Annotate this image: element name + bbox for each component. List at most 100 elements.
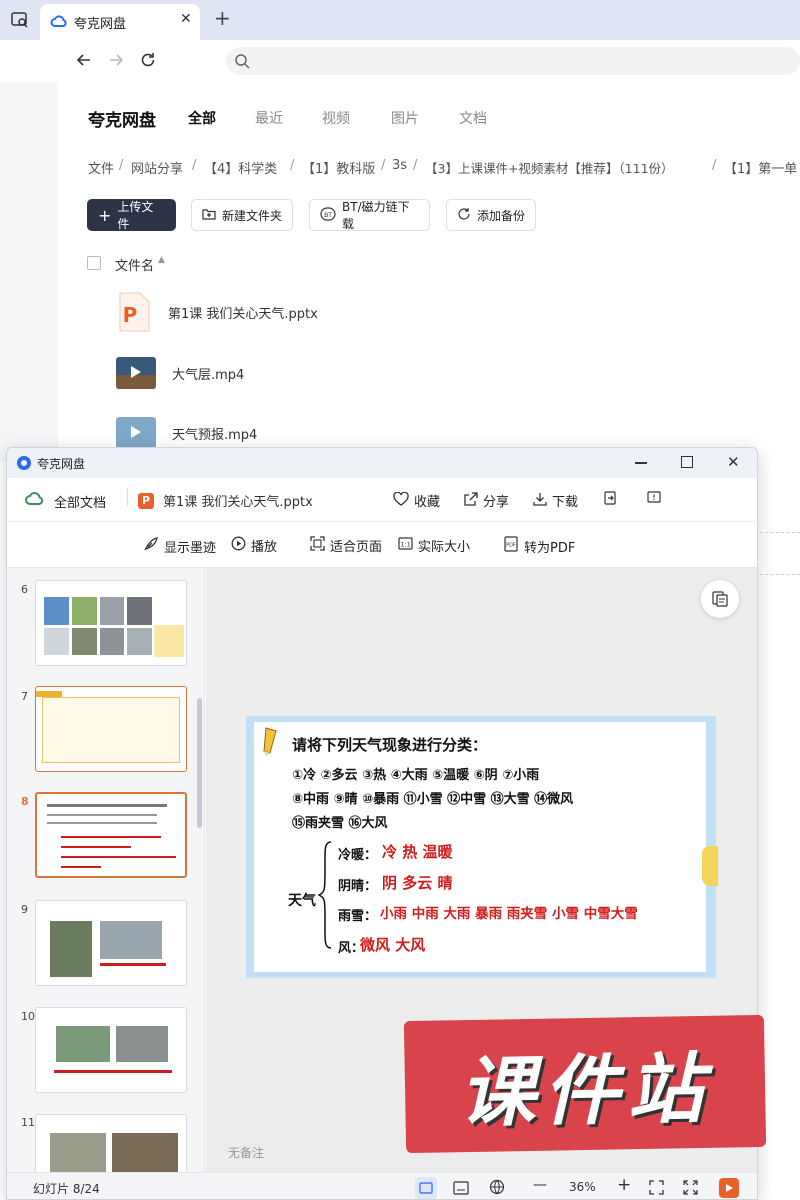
- fullscreen-icon[interactable]: [683, 1180, 698, 1199]
- upload-button[interactable]: + 上传文件: [87, 199, 176, 231]
- pencil-icon: [260, 726, 282, 756]
- breadcrumb-sep: /: [381, 158, 386, 173]
- search-icon: [234, 53, 250, 69]
- breadcrumb-item[interactable]: 3s: [392, 158, 407, 173]
- brace-icon: [317, 840, 332, 950]
- download-button[interactable]: 下载: [533, 491, 578, 510]
- select-all-checkbox[interactable]: [87, 256, 101, 270]
- thumbnail-number: 9: [21, 903, 28, 916]
- slide-page: 请将下列天气现象进行分类： ①冷 ②多云 ③热 ④大雨 ⑤温暖 ⑥阴 ⑦小雨 ⑧…: [254, 722, 706, 972]
- slide-thumbnail[interactable]: [35, 580, 187, 666]
- svg-text:BT: BT: [324, 212, 332, 219]
- slide-thumbnail[interactable]: [35, 1114, 187, 1174]
- viewer-header: [7, 478, 757, 522]
- breadcrumb-item[interactable]: 文件: [88, 158, 114, 177]
- slide-thumbnail[interactable]: [35, 900, 187, 986]
- group-answer: 冷 热 温暖: [382, 843, 453, 861]
- thumbnail-number: 10: [21, 1010, 35, 1023]
- convert-pdf-button[interactable]: PDF 转为PDF: [503, 536, 575, 556]
- cloud-logo-icon: [25, 491, 45, 511]
- address-bar[interactable]: [226, 47, 800, 75]
- no-notes-label: 无备注: [228, 1146, 265, 1160]
- add-backup-button[interactable]: 添加备份: [446, 199, 536, 231]
- group-answer: 微风 大风: [360, 936, 426, 954]
- plus-icon: +: [98, 205, 112, 225]
- forward-icon[interactable]: [106, 50, 126, 70]
- tab-image[interactable]: 图片: [391, 108, 419, 128]
- new-folder-button[interactable]: 新建文件夹: [191, 199, 293, 231]
- minimize-icon[interactable]: [635, 462, 647, 464]
- breadcrumb-item[interactable]: 【1】第一单: [724, 158, 797, 177]
- page-guide-line: [760, 574, 800, 575]
- fit-window-icon[interactable]: [649, 1180, 664, 1199]
- ocr-scan-icon[interactable]: [701, 580, 739, 618]
- viewer-title-bar: 夸克网盘 ✕: [7, 448, 757, 478]
- globe-icon[interactable]: [489, 1179, 505, 1199]
- all-documents-link[interactable]: 全部文档: [25, 491, 106, 511]
- tab-overview-icon[interactable]: [10, 10, 30, 30]
- slide-content: 请将下列天气现象进行分类： ①冷 ②多云 ③热 ④大雨 ⑤温暖 ⑥阴 ⑦小雨 ⑧…: [246, 716, 718, 978]
- group-answer: 阴 多云 晴: [382, 874, 453, 892]
- video-thumbnail-icon: [116, 357, 156, 389]
- file-row[interactable]: 大气层.mp4: [116, 353, 596, 393]
- tab-title: 夸克网盘: [74, 17, 127, 32]
- slideshow-play-icon[interactable]: [719, 1178, 739, 1198]
- back-icon[interactable]: [74, 50, 94, 70]
- breadcrumb-item[interactable]: 【1】教科版: [302, 158, 375, 177]
- cloud-logo-icon: [50, 13, 68, 31]
- tab-recent[interactable]: 最近: [255, 108, 283, 128]
- fit-page-button[interactable]: 适合页面: [310, 536, 382, 555]
- sort-icon[interactable]: ▲: [158, 255, 165, 265]
- watermark-text: 课件站: [458, 1043, 712, 1138]
- show-ink-button[interactable]: 显示墨迹: [143, 536, 216, 556]
- svg-text:PDF: PDF: [506, 543, 516, 549]
- open-external-icon[interactable]: [603, 491, 617, 505]
- file-row[interactable]: P 第1课 我们关心天气.pptx: [116, 292, 596, 332]
- reload-icon[interactable]: [138, 50, 158, 70]
- new-tab-icon[interactable]: +: [214, 6, 231, 30]
- file-name: 天气预报.mp4: [172, 427, 258, 443]
- feather-icon: [143, 536, 159, 556]
- actual-size-button[interactable]: 1:1 实际大小: [398, 536, 470, 555]
- watermark-stamp: 课件站: [403, 1014, 767, 1154]
- sync-icon: [457, 207, 471, 224]
- slide-thumbnail[interactable]: [35, 1007, 187, 1093]
- page-left-rail: [0, 82, 58, 462]
- actual-size-icon: 1:1: [398, 536, 413, 555]
- header-divider: [127, 488, 128, 506]
- group-label: 雨雪：: [338, 909, 378, 924]
- breadcrumb-sep: /: [413, 158, 418, 173]
- page-guide-line: [760, 532, 800, 533]
- normal-view-icon[interactable]: [415, 1177, 437, 1199]
- tab-all[interactable]: 全部: [188, 108, 216, 128]
- heart-icon: [393, 491, 409, 510]
- breadcrumb-item[interactable]: 【3】上课课件+视频素材【推荐】（111份）: [425, 158, 674, 177]
- bt-download-button[interactable]: BT BT/磁力链下载: [309, 199, 430, 231]
- zoom-out-button[interactable]: —: [533, 1177, 547, 1193]
- notes-view-icon[interactable]: [453, 1180, 469, 1199]
- tab-document[interactable]: 文档: [459, 108, 487, 128]
- thumbnail-number: 7: [21, 690, 28, 703]
- breadcrumb-item[interactable]: 网站分享: [131, 158, 183, 177]
- tab-video[interactable]: 视频: [322, 108, 350, 128]
- viewer-status-bar: 幻灯片 8/24 — 36% +: [7, 1172, 757, 1199]
- slide-heading: 请将下列天气现象进行分类：: [292, 736, 488, 754]
- svg-text:P: P: [123, 303, 138, 327]
- column-header-filename[interactable]: 文件名: [115, 255, 154, 274]
- favorite-button[interactable]: 收藏: [393, 491, 440, 510]
- close-tab-icon[interactable]: ✕: [180, 11, 192, 27]
- slide-thumbnail[interactable]: [35, 686, 187, 772]
- slide-thumbnail-selected[interactable]: [35, 792, 187, 878]
- breadcrumb-item[interactable]: 【4】科学类: [204, 158, 277, 177]
- breadcrumb-sep: /: [712, 158, 717, 173]
- play-button[interactable]: 播放: [231, 536, 277, 555]
- thumbnail-scrollbar[interactable]: [197, 698, 202, 828]
- share-button[interactable]: 分享: [464, 491, 509, 510]
- browser-tab[interactable]: 夸克网盘 ✕: [40, 4, 200, 40]
- group-answer: 小雨 中雨 大雨 暴雨 雨夹雪 小雪 中雪大雪: [380, 906, 638, 922]
- close-window-icon[interactable]: ✕: [727, 453, 740, 471]
- feedback-icon[interactable]: [647, 491, 661, 505]
- breadcrumb-sep: /: [192, 158, 197, 173]
- maximize-icon[interactable]: [681, 456, 693, 468]
- zoom-in-button[interactable]: +: [617, 1175, 631, 1195]
